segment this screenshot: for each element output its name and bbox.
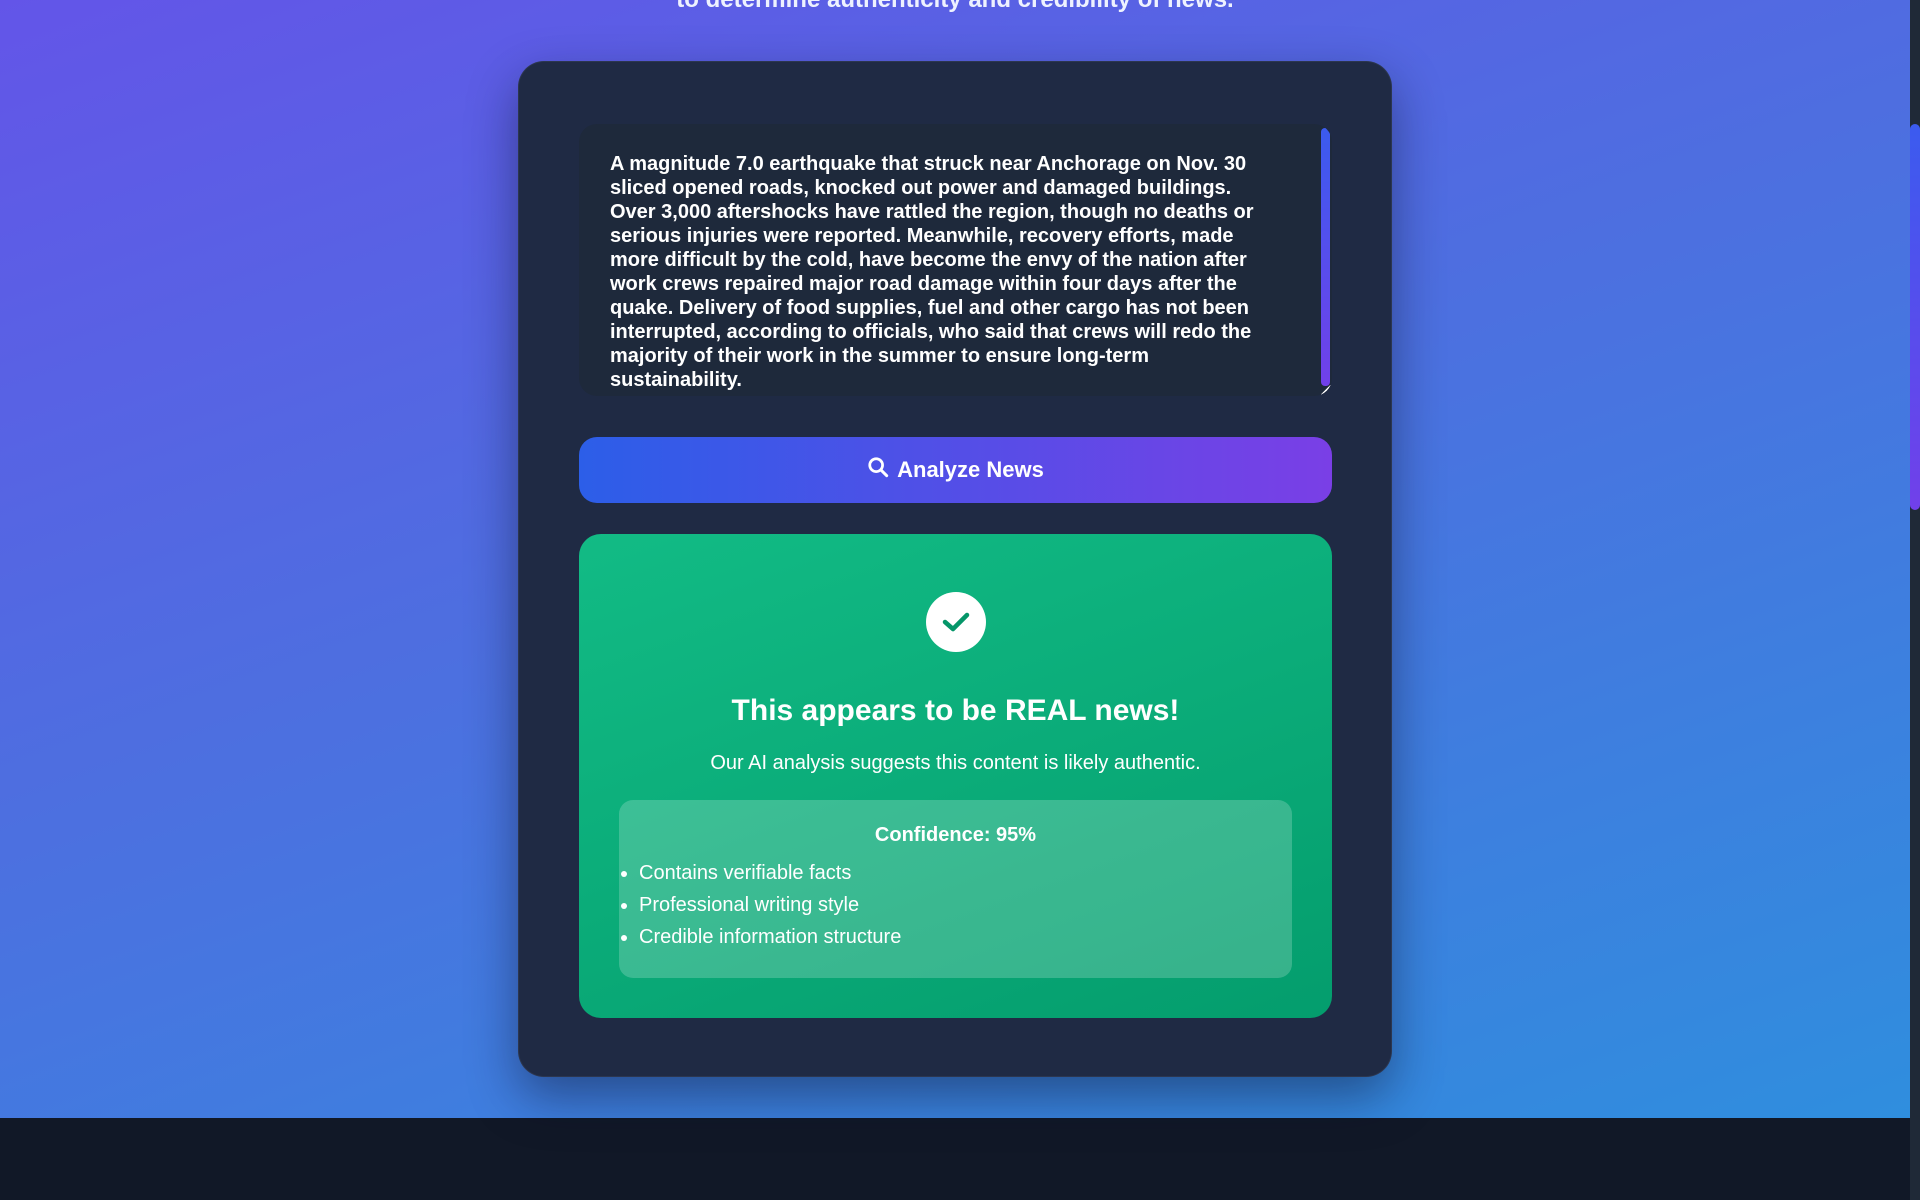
- footer-band: [0, 1118, 1910, 1200]
- result-description: Our AI analysis suggests this content is…: [710, 752, 1201, 774]
- analyzer-card: A magnitude 7.0 earthquake that struck n…: [518, 61, 1392, 1077]
- textarea-scrollbar[interactable]: [1321, 128, 1330, 386]
- analyze-news-button[interactable]: Analyze News: [579, 437, 1332, 503]
- news-input-text: A magnitude 7.0 earthquake that struck n…: [610, 153, 1254, 391]
- result-title: This appears to be REAL news!: [731, 694, 1180, 727]
- page-subtitle: to determine authenticity and credibilit…: [0, 0, 1910, 14]
- check-icon: [926, 592, 986, 652]
- reasons-list: Contains verifiable facts Professional w…: [619, 857, 1292, 953]
- result-panel: This appears to be REAL news! Our AI ana…: [579, 534, 1332, 1018]
- confidence-box: Confidence: 95% Contains verifiable fact…: [619, 800, 1292, 978]
- resize-handle-icon[interactable]: [1321, 385, 1331, 395]
- list-item: Credible information structure: [639, 921, 1292, 953]
- page-scrollbar-thumb[interactable]: [1910, 124, 1920, 510]
- list-item: Professional writing style: [639, 889, 1292, 921]
- list-item: Contains verifiable facts: [639, 857, 1292, 889]
- news-input-textarea[interactable]: A magnitude 7.0 earthquake that struck n…: [579, 124, 1332, 396]
- search-icon: [867, 456, 889, 484]
- analyze-button-label: Analyze News: [897, 457, 1044, 482]
- confidence-label: Confidence: 95%: [874, 824, 1037, 846]
